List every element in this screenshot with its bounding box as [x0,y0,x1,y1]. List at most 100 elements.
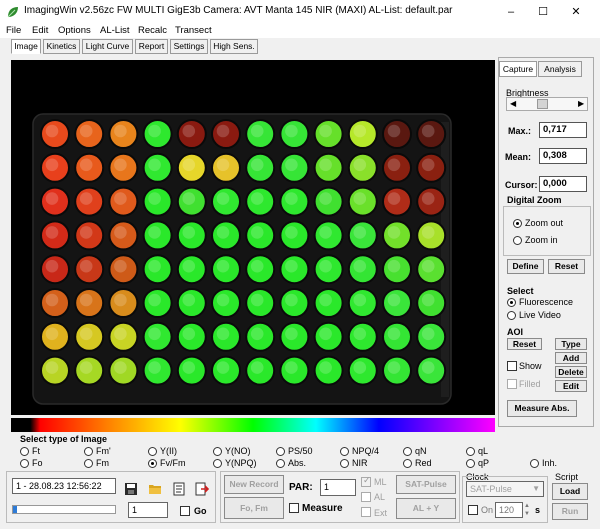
al-y-button[interactable]: AL + Y [396,498,456,519]
image-type-label[interactable]: Y(NO) [225,446,251,456]
zoom-in-radio[interactable] [513,236,522,245]
image-type-radio[interactable] [403,459,412,468]
interval-spinner-icon[interactable]: ▲ ▼ [524,502,530,518]
image-type-label[interactable]: Fm' [96,446,111,456]
image-type-label[interactable]: NPQ/4 [352,446,379,456]
go-label[interactable]: Go [194,506,207,516]
close-button[interactable]: ✕ [561,0,591,24]
tab-kinetics[interactable]: Kinetics [43,39,80,54]
script-load-button[interactable]: Load [552,483,588,500]
aoi-reset-button[interactable]: Reset [507,338,542,350]
slider-left-arrow-icon[interactable]: ◀ [510,99,516,108]
menu-recalc[interactable]: Recalc [138,25,167,36]
image-type-label[interactable]: NIR [352,458,368,468]
image-type-radio[interactable] [20,447,29,456]
filled-checkbox[interactable] [507,379,517,389]
tab-analysis[interactable]: Analysis [538,61,582,77]
report-icon[interactable] [172,482,186,496]
image-type-label[interactable]: Abs. [288,458,306,468]
record-selector[interactable]: 1 - 28.08.23 12:56:22 [12,478,116,494]
image-type-radio[interactable] [276,447,285,456]
image-type-label[interactable]: qL [478,446,488,456]
fluorescence-radio[interactable] [507,298,516,307]
image-type-radio[interactable] [340,447,349,456]
ml-checkbox[interactable]: ✓ [361,475,371,487]
image-type-radio[interactable] [466,459,475,468]
image-type-label[interactable]: qN [415,446,427,456]
image-type-radio[interactable] [84,447,93,456]
clock-on-checkbox[interactable] [468,505,478,515]
image-type-radio[interactable] [148,459,157,468]
menu-transect[interactable]: Transect [175,25,212,36]
live-video-radio[interactable] [507,311,516,320]
filled-label[interactable]: Filled [519,379,541,389]
record-progress-bar[interactable] [12,505,116,514]
script-run-button[interactable]: Run [552,503,588,520]
par-input[interactable]: 1 [320,479,356,496]
image-type-label[interactable]: Y(NPQ) [225,458,257,468]
image-type-radio[interactable] [213,459,222,468]
new-record-button[interactable]: New Record [224,475,284,494]
aoi-delete-button[interactable]: Delete [555,366,587,378]
sat-pulse-button[interactable]: SAT-Pulse [396,475,456,494]
image-type-radio[interactable] [466,447,475,456]
save-icon[interactable] [124,482,138,496]
fluorescence-label[interactable]: Fluorescence [519,297,573,307]
image-type-radio[interactable] [148,447,157,456]
image-type-label[interactable]: Red [415,458,432,468]
tab-capture[interactable]: Capture [499,61,537,77]
record-index-input[interactable]: 1 [128,502,168,518]
chevron-down-icon[interactable]: ▼ [532,482,540,496]
zoom-in-label[interactable]: Zoom in [525,235,558,245]
minimize-button[interactable]: – [496,0,526,24]
image-type-radio[interactable] [276,459,285,468]
image-type-label[interactable]: Fo [32,458,43,468]
measure-abs-button[interactable]: Measure Abs. [507,400,577,417]
aoi-edit-button[interactable]: Edit [555,380,587,392]
zoom-out-radio[interactable] [513,219,522,228]
image-type-label[interactable]: Y(II) [160,446,177,456]
maximize-button[interactable]: ☐ [528,0,558,24]
image-type-label[interactable]: qP [478,458,489,468]
fo-fm-button[interactable]: Fo, Fm [224,497,284,519]
open-folder-icon[interactable] [148,482,162,496]
menu-al-list[interactable]: AL-List [100,25,130,36]
brightness-slider[interactable]: ◀ ▶ [506,97,588,111]
aoi-type-button[interactable]: Type [555,338,587,350]
menu-edit[interactable]: Edit [32,25,48,36]
image-type-radio[interactable] [84,459,93,468]
export-icon[interactable] [195,482,209,496]
image-type-label[interactable]: Fv/Fm [160,458,186,468]
slider-thumb[interactable] [537,99,548,109]
image-type-label[interactable]: Inh. [542,458,557,468]
zoom-reset-button[interactable]: Reset [548,259,585,274]
menu-options[interactable]: Options [58,25,91,36]
show-checkbox[interactable] [507,361,517,371]
tab-report[interactable]: Report [135,39,168,54]
image-type-radio[interactable] [213,447,222,456]
image-type-label[interactable]: Ft [32,446,40,456]
image-type-radio[interactable] [340,459,349,468]
image-type-label[interactable]: PS/50 [288,446,313,456]
menu-file[interactable]: File [6,25,21,36]
tab-image[interactable]: Image [11,39,41,54]
image-type-radio[interactable] [530,459,539,468]
tab-settings[interactable]: Settings [170,39,208,54]
measure-checkbox[interactable] [289,503,299,513]
aoi-add-button[interactable]: Add [555,352,587,364]
tab-light-curve[interactable]: Light Curve [82,39,133,54]
zoom-out-label[interactable]: Zoom out [525,218,563,228]
image-type-radio[interactable] [403,447,412,456]
define-button[interactable]: Define [507,259,544,274]
show-label[interactable]: Show [519,361,542,371]
image-type-label[interactable]: Fm [96,458,109,468]
live-video-label[interactable]: Live Video [519,310,561,320]
image-type-radio[interactable] [20,459,29,468]
go-checkbox[interactable] [180,506,190,516]
ext-checkbox[interactable] [361,507,371,517]
measure-label[interactable]: Measure [302,503,343,514]
al-checkbox[interactable] [361,492,371,502]
slider-right-arrow-icon[interactable]: ▶ [578,99,584,108]
fluorescence-image[interactable] [11,60,495,415]
clock-mode-select[interactable]: SAT-Pulse ▼ [466,481,544,497]
